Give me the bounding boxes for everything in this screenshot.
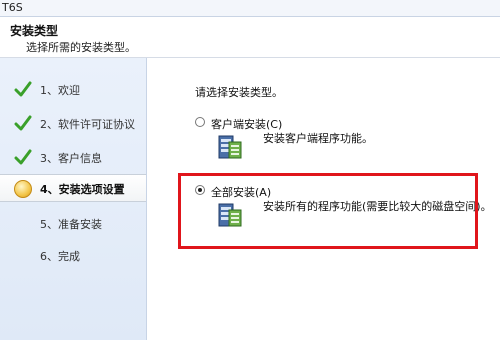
step-label: 1、欢迎 xyxy=(40,84,80,97)
program-package-icon xyxy=(218,135,242,159)
step-customer-info: 3、客户信息 xyxy=(0,144,146,170)
title-bar: T6S xyxy=(0,0,500,17)
step-label: 6、完成 xyxy=(40,250,80,263)
page-title: 安装类型 xyxy=(10,24,59,38)
step-label: 4、安装选项设置 xyxy=(40,183,125,196)
check-icon xyxy=(14,81,32,97)
wizard-steps-sidebar: 1、欢迎 2、软件许可证协议 3、客户信息 4、安装选项设置 5、准备安装 6、… xyxy=(0,58,147,340)
page-subtitle: 选择所需的安装类型。 xyxy=(26,41,136,54)
option-description: 安装客户端程序功能。 xyxy=(263,132,373,145)
step-label: 3、客户信息 xyxy=(40,152,102,165)
step-install-options: 4、安装选项设置 xyxy=(0,174,146,202)
step-license: 2、软件许可证协议 xyxy=(0,110,146,136)
check-icon xyxy=(14,115,32,131)
window-title: T6S xyxy=(2,1,23,14)
step-welcome: 1、欢迎 xyxy=(0,76,146,102)
option-client-install[interactable]: 客户端安装(C) 安装客户端程序功能。 xyxy=(195,116,495,166)
highlight-box xyxy=(178,173,478,249)
check-icon xyxy=(14,149,32,165)
wizard-header: 安装类型 选择所需的安装类型。 xyxy=(0,17,500,58)
step-label: 5、准备安装 xyxy=(40,218,102,231)
install-type-prompt: 请选择安装类型。 xyxy=(195,86,283,99)
step-finish: 6、完成 xyxy=(0,242,146,268)
step-label: 2、软件许可证协议 xyxy=(40,118,135,131)
client-install-radio[interactable] xyxy=(195,117,205,127)
bulb-icon xyxy=(14,180,32,198)
step-ready: 5、准备安装 xyxy=(0,210,146,236)
